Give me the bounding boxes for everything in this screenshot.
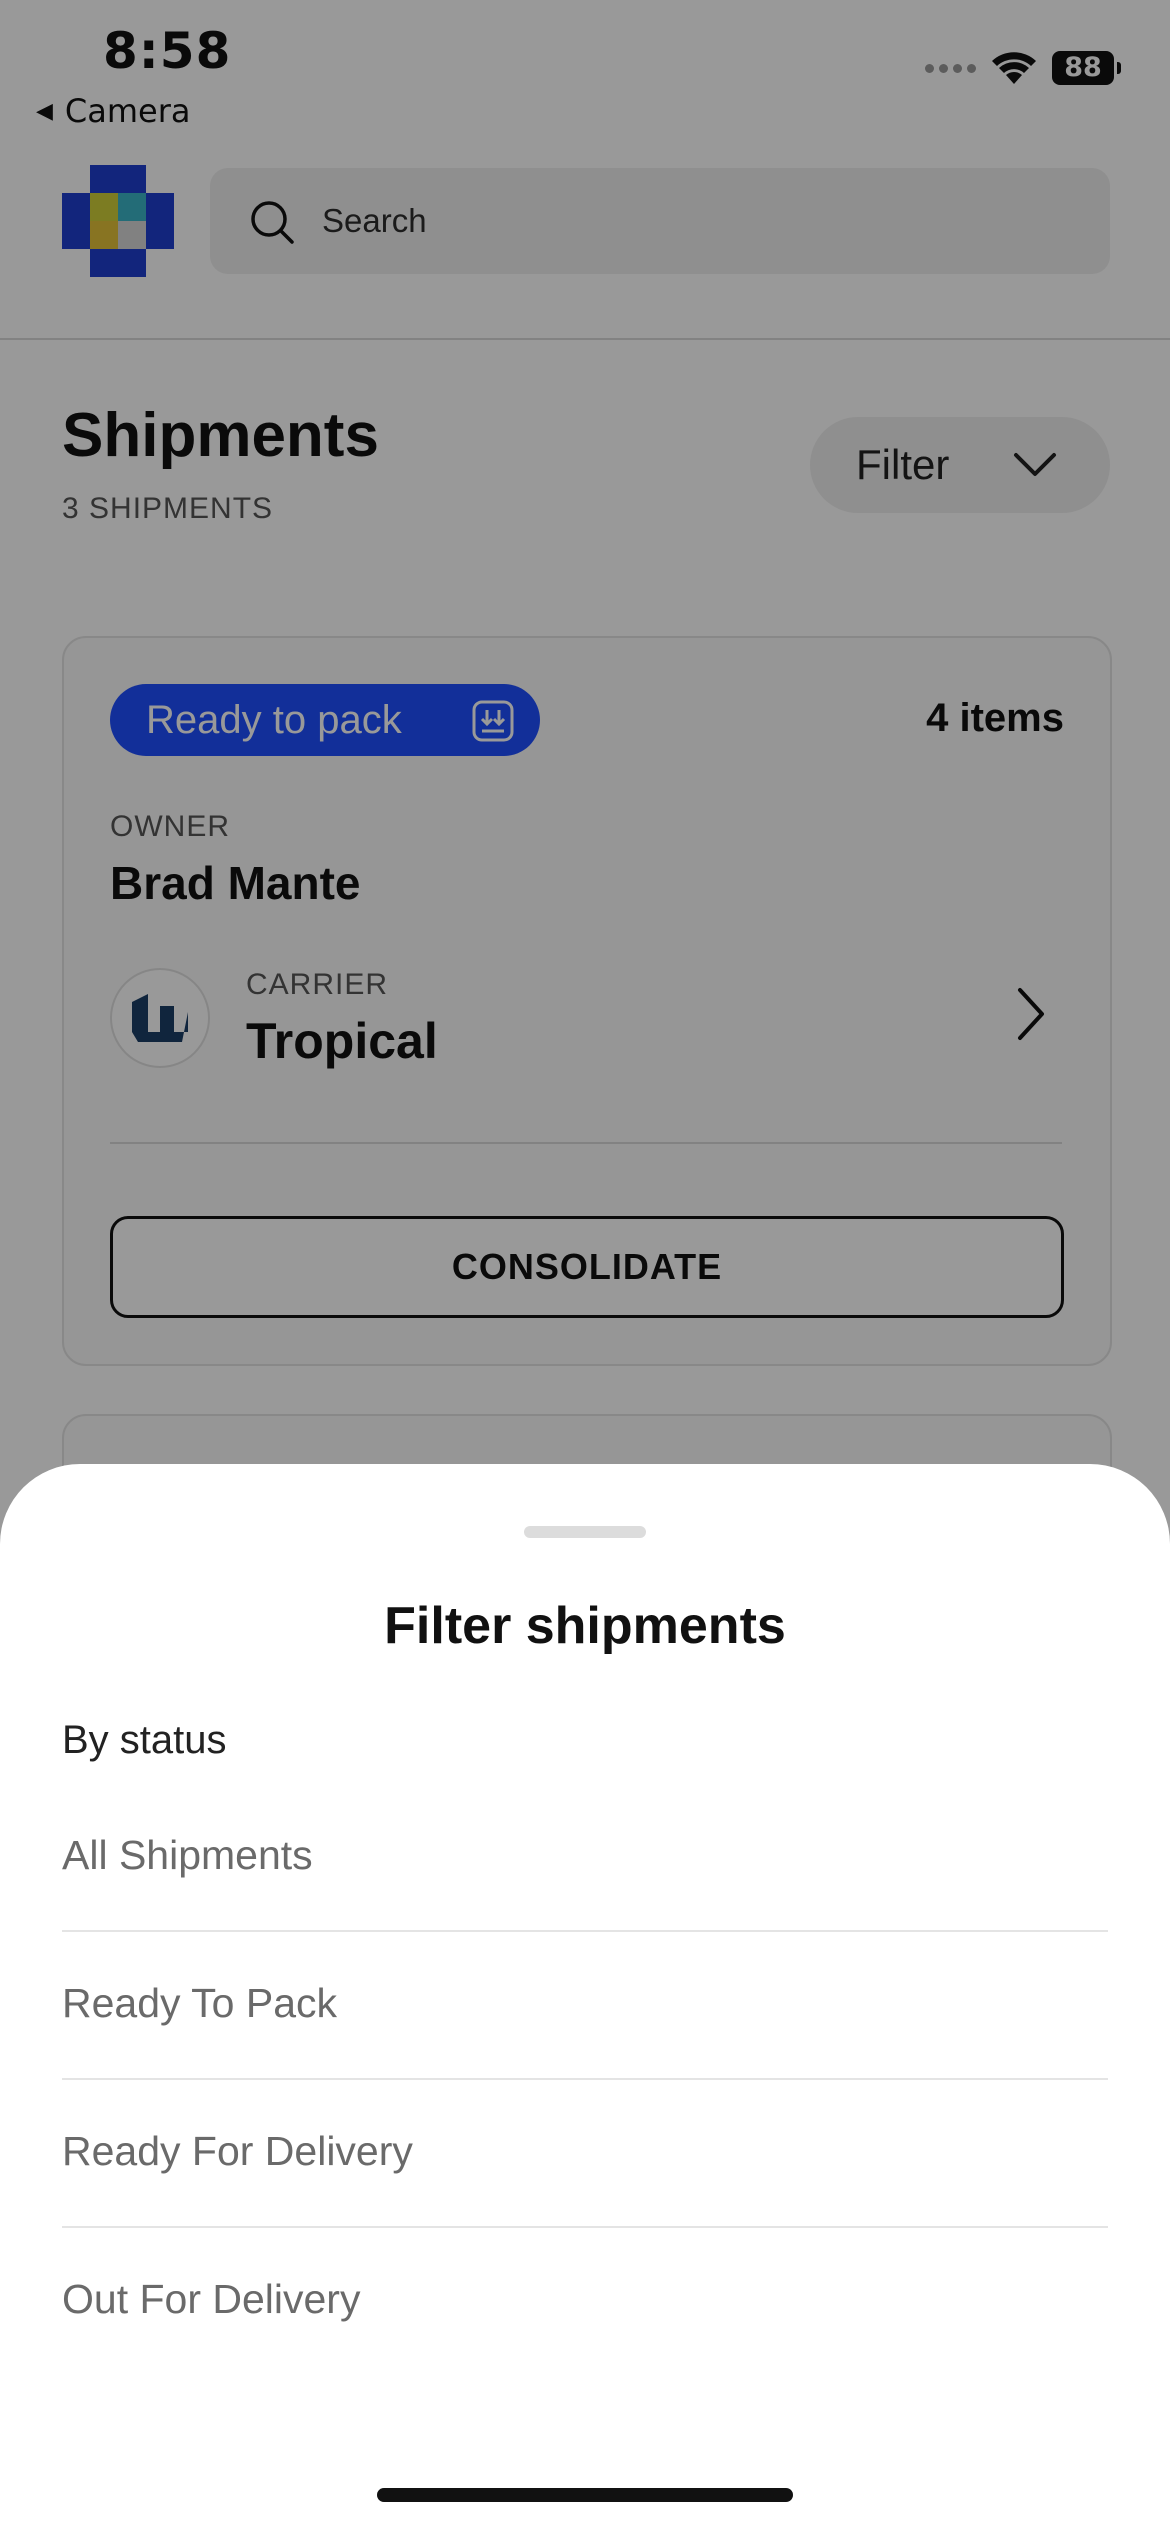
sheet-grabber[interactable] — [524, 1526, 646, 1538]
section-label-status: By status — [62, 1718, 227, 1762]
home-indicator[interactable] — [377, 2488, 793, 2502]
filter-option-label: Ready To Pack — [62, 1980, 338, 2026]
sheet-title: Filter shipments — [384, 1597, 786, 1655]
filter-bottom-sheet: Filter shipments By status All Shipments… — [0, 1464, 1170, 2532]
filter-option-label: Out For Delivery — [62, 2276, 361, 2322]
filter-option-out-for-delivery[interactable]: Out For Delivery — [62, 2228, 1108, 2376]
filter-option-all-shipments[interactable]: All Shipments — [62, 1784, 1108, 1932]
filter-option-ready-to-pack[interactable]: Ready To Pack — [62, 1932, 1108, 2080]
filter-option-ready-for-delivery[interactable]: Ready For Delivery — [62, 2080, 1108, 2228]
filter-option-label: All Shipments — [62, 1832, 313, 1878]
filter-option-label: Ready For Delivery — [62, 2128, 413, 2174]
